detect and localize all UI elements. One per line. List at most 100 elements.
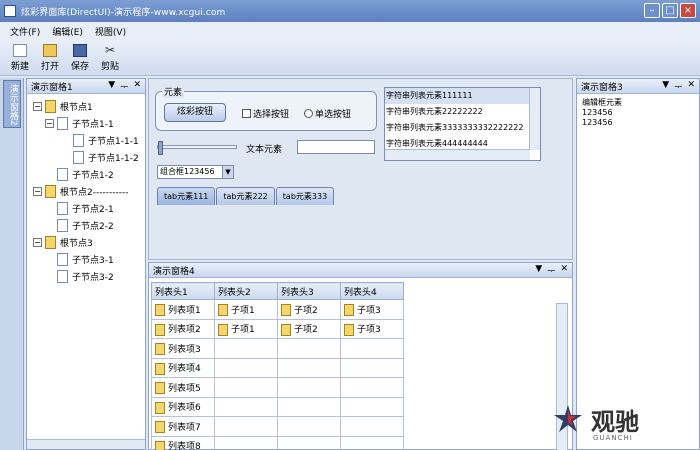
list-vscrollbar[interactable]	[529, 88, 540, 150]
table-cell[interactable]: 列表项8	[151, 435, 215, 450]
list-item[interactable]: 字符串列表元素111111	[385, 88, 540, 104]
table-row[interactable]: 列表项7	[151, 416, 404, 437]
table-cell[interactable]	[277, 435, 341, 450]
close-icon[interactable]: ✕	[133, 80, 141, 93]
maximize-button[interactable]: □	[662, 3, 678, 18]
table-row[interactable]: 列表项4	[151, 357, 404, 378]
table-cell[interactable]	[214, 357, 278, 378]
table-cell[interactable]	[340, 435, 404, 450]
dropdown-icon[interactable]: ▼	[662, 80, 669, 93]
menu-view[interactable]: 视图(V)	[95, 25, 126, 38]
close-button[interactable]: ×	[680, 3, 696, 18]
table-row[interactable]: 列表项8	[151, 435, 404, 450]
table-cell[interactable]: 列表项2	[151, 318, 215, 339]
single-radio[interactable]: 单选按钮	[304, 107, 351, 120]
table-cell[interactable]	[277, 377, 341, 398]
table-cell[interactable]	[340, 396, 404, 417]
table-cell[interactable]	[277, 357, 341, 378]
tree-node[interactable]: − 根节点3	[33, 234, 93, 250]
new-button[interactable]: 新建	[8, 40, 32, 75]
expand-toggle-icon[interactable]: −	[33, 186, 42, 196]
table-cell[interactable]	[277, 338, 341, 359]
column-header[interactable]: 列表头4	[340, 282, 404, 300]
column-header[interactable]: 列表头2	[214, 282, 278, 300]
table-cell[interactable]	[340, 338, 404, 359]
menu-edit[interactable]: 编辑(E)	[52, 25, 83, 38]
tree-node[interactable]: − 根节点2-----------	[33, 183, 128, 199]
minimize-button[interactable]: –	[644, 3, 660, 18]
text-input[interactable]	[297, 140, 375, 154]
table-cell[interactable]: 子项3	[340, 318, 404, 339]
combo-box[interactable]: 组合框123456 ▼	[157, 165, 234, 179]
tree-node[interactable]: 子节点1-1-2	[61, 149, 139, 165]
table-cell[interactable]: 子项1	[214, 318, 278, 339]
table-row[interactable]: 列表项5	[151, 377, 404, 398]
table-cell[interactable]	[340, 357, 404, 378]
close-icon[interactable]: ✕	[687, 80, 695, 93]
list-item[interactable]: 字符串列表元素3333333332222222	[385, 120, 540, 136]
table-cell[interactable]	[214, 377, 278, 398]
pin-icon[interactable]: ᅮ	[547, 264, 555, 277]
table-cell[interactable]: 列表项3	[151, 338, 215, 359]
table-cell[interactable]	[214, 416, 278, 437]
tree-node[interactable]: 子节点1-1-1	[61, 132, 139, 148]
table-cell[interactable]: 子项1	[214, 299, 278, 320]
table-cell[interactable]: 子项3	[340, 299, 404, 320]
radio-circle[interactable]	[304, 109, 313, 118]
table-cell[interactable]	[214, 396, 278, 417]
list-hscrollbar[interactable]	[385, 149, 530, 160]
slider[interactable]	[157, 141, 237, 155]
dropdown-icon[interactable]: ▼	[535, 264, 542, 277]
tree-hscrollbar[interactable]	[27, 439, 145, 449]
table-row[interactable]: 列表项1 子项1 子项2 子项3	[151, 299, 404, 320]
checkbox-box[interactable]	[242, 109, 251, 118]
select-checkbox[interactable]: 选择按钮	[242, 107, 289, 120]
table-cell[interactable]: 子项2	[277, 299, 341, 320]
table-cell[interactable]: 列表项6	[151, 396, 215, 417]
cut-button[interactable]: ✂ 剪贴	[98, 40, 122, 75]
table-cell[interactable]	[214, 338, 278, 359]
table-cell[interactable]: 列表项4	[151, 357, 215, 378]
tab-111[interactable]: tab元素111	[157, 187, 216, 205]
table-cell[interactable]: 子项2	[277, 318, 341, 339]
table-cell[interactable]	[214, 435, 278, 450]
list-item[interactable]: 字符串列表元素22222222	[385, 104, 540, 120]
tree-node[interactable]: 子节点2-2	[45, 217, 114, 233]
tree-node[interactable]: − 子节点1-1	[45, 115, 114, 131]
tree-node[interactable]: 子节点3-1	[45, 251, 114, 267]
tree-node[interactable]: 子节点2-1	[45, 200, 114, 216]
save-button[interactable]: 保存	[68, 40, 92, 75]
tab-pane2[interactable]: 演示窗格2	[3, 80, 21, 128]
dropdown-icon[interactable]: ▼	[108, 80, 115, 93]
tree-node[interactable]: − 根节点1	[33, 98, 93, 114]
table-cell[interactable]	[277, 416, 341, 437]
column-header[interactable]: 列表头1	[151, 282, 215, 300]
table-cell[interactable]	[340, 377, 404, 398]
table-cell[interactable]	[277, 396, 341, 417]
expand-toggle-icon[interactable]: −	[33, 237, 42, 247]
table-row[interactable]: 列表项6	[151, 396, 404, 417]
tree-node[interactable]: 子节点3-2	[45, 268, 114, 284]
pin-icon[interactable]: ᅮ	[120, 80, 128, 93]
pin-icon[interactable]: ᅮ	[674, 80, 682, 93]
expand-toggle-icon[interactable]: −	[45, 118, 54, 128]
slider-handle[interactable]	[158, 141, 163, 155]
table-row[interactable]: 列表项3	[151, 338, 404, 359]
table-cell[interactable]: 列表项5	[151, 377, 215, 398]
open-button[interactable]: 打开	[38, 40, 62, 75]
tab-333[interactable]: tab元素333	[275, 187, 335, 205]
expand-toggle-icon[interactable]: −	[33, 101, 42, 111]
close-icon[interactable]: ✕	[560, 264, 568, 277]
tree-node[interactable]: 子节点1-2	[45, 166, 114, 182]
tab-222[interactable]: tab元素222	[216, 187, 275, 205]
table-row[interactable]: 列表项2 子项1 子项2 子项3	[151, 318, 404, 339]
column-header[interactable]: 列表头3	[277, 282, 341, 300]
edit-box[interactable]: 编辑框元素 123456 123456	[577, 94, 699, 132]
table-cell[interactable]: 列表项7	[151, 416, 215, 437]
table-cell[interactable]	[340, 416, 404, 437]
page-icon	[57, 201, 68, 215]
chevron-down-icon[interactable]: ▼	[222, 166, 233, 178]
fancy-button[interactable]: 炫彩按钮	[164, 103, 226, 122]
menu-file[interactable]: 文件(F)	[10, 25, 40, 38]
table-cell[interactable]: 列表项1	[151, 299, 215, 320]
